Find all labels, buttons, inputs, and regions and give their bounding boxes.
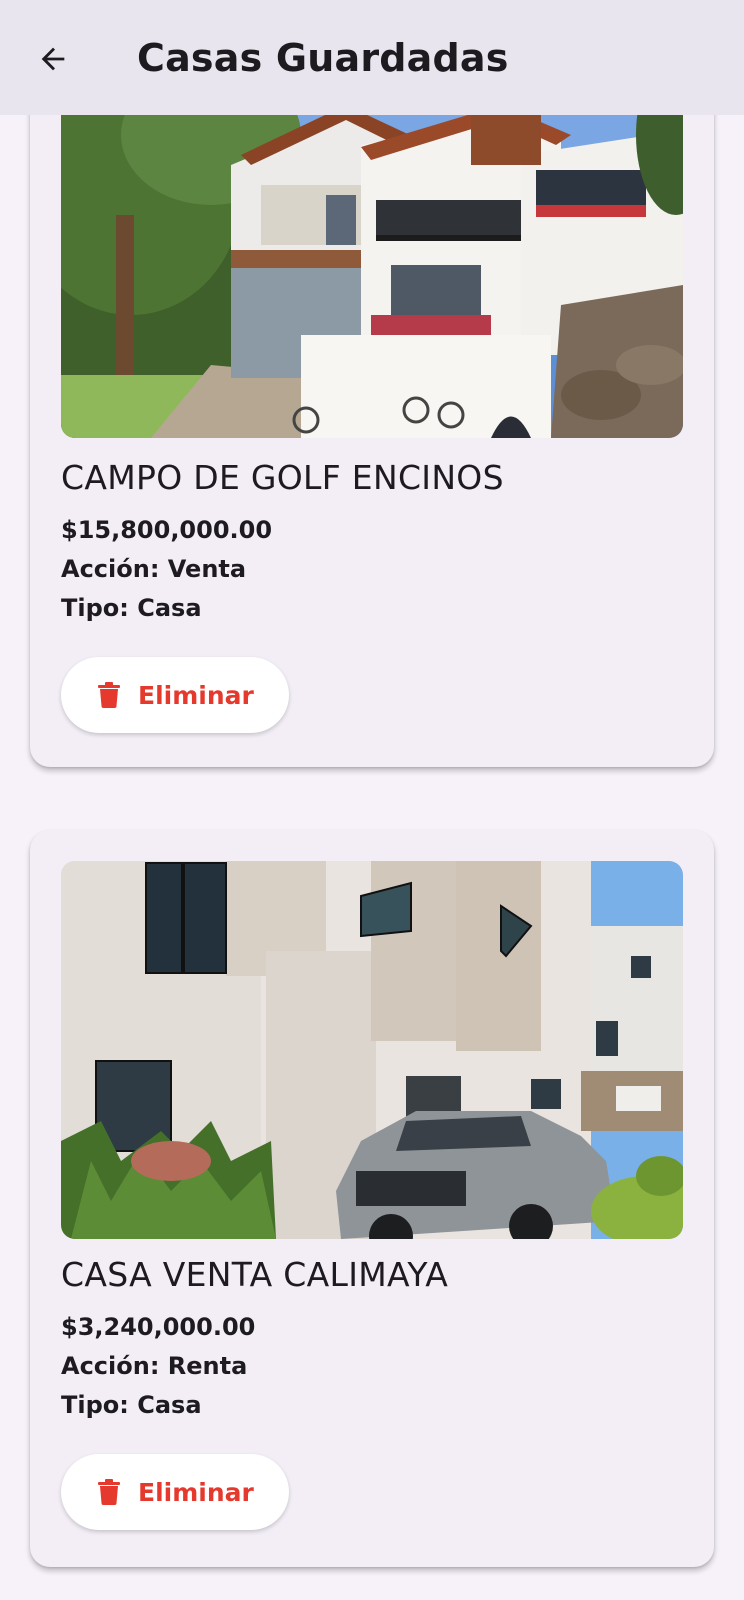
- property-price: $3,240,000.00: [61, 1313, 256, 1341]
- property-price: $15,800,000.00: [61, 516, 273, 544]
- delete-label: Eliminar: [138, 680, 254, 710]
- trash-icon: [98, 1479, 120, 1505]
- property-action: Acción: Venta: [61, 555, 247, 583]
- property-type: Tipo: Casa: [61, 594, 202, 622]
- back-button[interactable]: [30, 36, 76, 82]
- property-card[interactable]: CAMPO DE GOLF ENCINOS $15,800,000.00 Acc…: [30, 115, 714, 767]
- saved-houses-list[interactable]: CAMPO DE GOLF ENCINOS $15,800,000.00 Acc…: [0, 115, 744, 1600]
- property-photo: [61, 861, 683, 1239]
- property-title: CASA VENTA CALIMAYA: [61, 1255, 449, 1294]
- property-photo: [61, 115, 683, 438]
- delete-button[interactable]: Eliminar: [61, 1454, 289, 1530]
- page-title: Casas Guardadas: [137, 36, 509, 80]
- trash-icon: [98, 682, 120, 708]
- delete-button[interactable]: Eliminar: [61, 657, 289, 733]
- property-type: Tipo: Casa: [61, 1391, 202, 1419]
- property-card[interactable]: CASA VENTA CALIMAYA $3,240,000.00 Acción…: [30, 830, 714, 1567]
- property-title: CAMPO DE GOLF ENCINOS: [61, 458, 504, 497]
- app-bar: Casas Guardadas: [0, 0, 744, 115]
- property-action: Acción: Renta: [61, 1352, 248, 1380]
- delete-label: Eliminar: [138, 1477, 254, 1507]
- arrow-left-icon: [41, 47, 65, 71]
